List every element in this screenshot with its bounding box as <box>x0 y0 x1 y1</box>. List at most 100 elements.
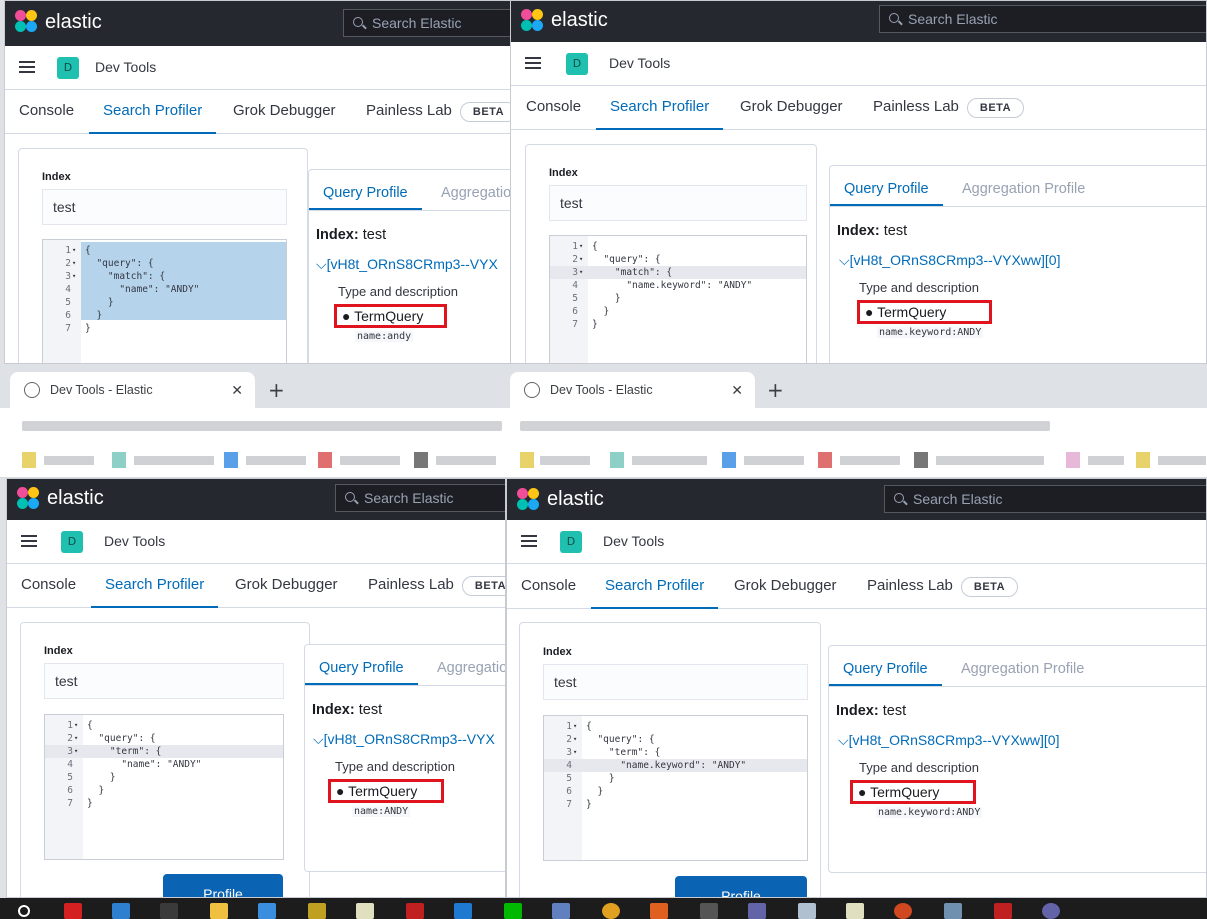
query-editor[interactable]: 1 ▾{2 ▾ "query": {3 ▾ "term": {4 "name.keyw… <box>543 715 808 861</box>
breadcrumb-dev-tools[interactable]: Dev Tools <box>609 55 670 71</box>
editor-line[interactable]: 6 } <box>550 305 806 318</box>
editor-line[interactable]: 1 ▾ { <box>550 240 806 253</box>
profile-button[interactable]: Profile <box>675 876 807 897</box>
editor-line[interactable]: 3 ▾ "match": { <box>43 270 286 283</box>
shard-toggle[interactable]: ⌵[vH8t_ORnS8CRmp3--VYX <box>313 731 495 748</box>
fold-arrow-icon[interactable]: ▾ <box>74 719 78 732</box>
network-icon[interactable] <box>552 903 570 919</box>
tab-aggregation-profile[interactable]: Aggregation Profile <box>948 176 1099 206</box>
app-icon[interactable] <box>64 903 82 919</box>
search-input[interactable]: Search Elastic <box>343 9 513 37</box>
menu-icon[interactable] <box>21 535 37 547</box>
shard-toggle[interactable]: ⌵[vH8t_ORnS8CRmp3--VYX <box>316 256 498 273</box>
index-input[interactable]: test <box>543 664 808 700</box>
fold-arrow-icon[interactable]: ▾ <box>74 732 78 745</box>
editor-line[interactable]: 4 "name": "ANDY" <box>43 283 286 296</box>
search-input[interactable]: Search Elastic <box>879 5 1206 33</box>
notepad-icon[interactable] <box>846 903 864 919</box>
chrome-icon[interactable] <box>602 903 620 919</box>
term-query-highlight[interactable]: ● TermQuery <box>857 300 992 324</box>
editor-line[interactable]: 5 } <box>544 772 807 785</box>
fold-arrow-icon[interactable]: ▾ <box>72 244 76 257</box>
space-avatar[interactable]: D <box>61 531 83 553</box>
tab-console[interactable]: Console <box>7 564 90 608</box>
tab-query-profile[interactable]: Query Profile <box>830 176 943 206</box>
fold-arrow-icon[interactable]: ▾ <box>579 253 583 266</box>
editor-line[interactable]: 1 ▾ { <box>43 244 286 257</box>
tab-console[interactable]: Console <box>507 565 590 609</box>
editor-line[interactable]: 7} <box>45 797 283 810</box>
breadcrumb-dev-tools[interactable]: Dev Tools <box>95 59 156 75</box>
line-icon[interactable] <box>504 903 522 919</box>
editor-line[interactable]: 1 ▾ { <box>45 719 283 732</box>
filezilla-icon[interactable] <box>406 903 424 919</box>
tab-grok-debugger[interactable]: Grok Debugger <box>726 86 857 130</box>
editor-line[interactable]: 5 } <box>45 771 283 784</box>
menu-icon[interactable] <box>19 61 35 73</box>
term-query-highlight[interactable]: ● TermQuery <box>328 779 444 803</box>
menu-icon[interactable] <box>521 535 537 547</box>
fold-arrow-icon[interactable]: ▾ <box>573 720 577 733</box>
tab-search-profiler[interactable]: Search Profiler <box>91 564 219 608</box>
tab-console[interactable]: Console <box>512 86 595 130</box>
cmd-icon[interactable] <box>700 903 718 919</box>
editor-line[interactable]: 2 ▾ "query": { <box>45 732 283 745</box>
browser-tab-right[interactable]: Dev Tools - Elastic ✕ <box>510 372 755 408</box>
search-input[interactable]: Search Elastic <box>335 484 505 512</box>
breadcrumb-dev-tools[interactable]: Dev Tools <box>104 533 165 549</box>
index-input[interactable]: test <box>549 185 807 221</box>
editor-line[interactable]: 5 } <box>43 296 286 309</box>
editor-line[interactable]: 2 ▾ "query": { <box>544 733 807 746</box>
editor-line[interactable]: 2 ▾ "query": { <box>550 253 806 266</box>
breadcrumb-dev-tools[interactable]: Dev Tools <box>603 533 664 549</box>
tab-painless-lab[interactable]: Painless Lab BETA <box>853 565 1032 609</box>
new-tab-icon[interactable]: + <box>268 378 285 402</box>
profile-button[interactable]: Profile <box>163 874 283 897</box>
tab-aggregation-profile[interactable]: Aggregatio <box>423 655 505 685</box>
editor-line[interactable]: 3 ▾ "term": { <box>45 745 283 758</box>
fold-arrow-icon[interactable]: ▾ <box>72 270 76 283</box>
search-icon[interactable] <box>18 905 30 917</box>
tab-aggregation-profile[interactable]: Aggregatio <box>427 180 513 210</box>
editor-line[interactable]: 7} <box>43 322 286 335</box>
editor-icon[interactable] <box>258 903 276 919</box>
editor-line[interactable]: 6 } <box>45 784 283 797</box>
menu-icon[interactable] <box>525 57 541 69</box>
editor-line[interactable]: 2 ▾ "query": { <box>43 257 286 270</box>
shard-toggle[interactable]: ⌵[vH8t_ORnS8CRmp3--VYXww][0] <box>839 252 1060 269</box>
tab-grok-debugger[interactable]: Grok Debugger <box>720 565 851 609</box>
calculator-icon[interactable] <box>112 903 130 919</box>
editor-line[interactable]: 4 "name.keyword": "ANDY" <box>550 279 806 292</box>
query-editor[interactable]: 1 ▾{2 ▾ "query": {3 ▾ "match": {4 "name": "… <box>42 239 287 363</box>
editor-line[interactable]: 3 ▾ "term": { <box>544 746 807 759</box>
close-tab-icon[interactable]: ✕ <box>231 372 243 408</box>
editor-line[interactable]: 3 ▾ "match": { <box>550 266 806 279</box>
tab-search-profiler[interactable]: Search Profiler <box>591 565 719 609</box>
tab-grok-debugger[interactable]: Grok Debugger <box>221 564 352 608</box>
editor-line[interactable]: 4 "name": "ANDY" <box>45 758 283 771</box>
tab-search-profiler[interactable]: Search Profiler <box>596 86 724 130</box>
fold-arrow-icon[interactable]: ▾ <box>74 745 78 758</box>
tab-console[interactable]: Console <box>5 90 88 134</box>
search-input[interactable]: Search Elastic <box>884 485 1206 513</box>
index-input[interactable]: test <box>42 189 287 225</box>
app-icon[interactable] <box>944 903 962 919</box>
tab-query-profile[interactable]: Query Profile <box>829 656 942 686</box>
powerpoint-icon[interactable] <box>894 903 912 919</box>
editor-line[interactable]: 1 ▾ { <box>544 720 807 733</box>
query-editor[interactable]: 1 ▾{2 ▾ "query": {3 ▾ "term": {4 "name": "A… <box>44 714 284 860</box>
app-icon[interactable] <box>308 903 326 919</box>
tab-grok-debugger[interactable]: Grok Debugger <box>219 90 350 134</box>
app-icon[interactable] <box>798 903 816 919</box>
app-icon[interactable] <box>454 903 472 919</box>
editor-line[interactable]: 7} <box>550 318 806 331</box>
tab-query-profile[interactable]: Query Profile <box>309 180 422 210</box>
address-bar[interactable] <box>0 408 1207 444</box>
tab-query-profile[interactable]: Query Profile <box>305 655 418 685</box>
app-icon[interactable] <box>650 903 668 919</box>
query-editor[interactable]: 1 ▾{2 ▾ "query": {3 ▾ "match": {4 "name.key… <box>549 235 807 363</box>
tab-painless-lab[interactable]: Painless Lab BETA <box>352 90 513 134</box>
term-query-highlight[interactable]: ● TermQuery <box>334 304 447 328</box>
teams-icon[interactable] <box>748 903 766 919</box>
fold-arrow-icon[interactable]: ▾ <box>579 240 583 253</box>
